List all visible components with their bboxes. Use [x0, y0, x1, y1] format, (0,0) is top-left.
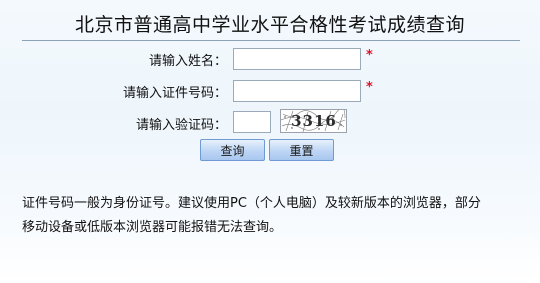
title-divider	[22, 40, 520, 41]
query-button[interactable]: 查询	[200, 139, 265, 161]
captcha-code: 3316	[291, 112, 337, 130]
id-number-required-mark: *	[366, 80, 373, 95]
id-number-input[interactable]	[233, 80, 361, 102]
reset-button[interactable]: 重置	[269, 139, 334, 161]
page-title: 北京市普通高中学业水平合格性考试成绩查询	[74, 14, 465, 36]
name-input[interactable]	[233, 48, 361, 70]
name-required-mark: *	[366, 48, 373, 63]
notice-line-1: 证件号码一般为身份证号。建议使用PC（个人电脑）及较新版本的浏览器，部分	[22, 196, 481, 211]
captcha-input[interactable]	[233, 111, 271, 133]
notice-line-2: 移动设备或低版本浏览器可能报错无法查询。	[22, 220, 283, 235]
captcha-label: 请输入验证码：	[135, 118, 227, 133]
name-label: 请输入姓名：	[148, 54, 227, 69]
captcha-image[interactable]: 3316	[280, 107, 347, 133]
id-number-label: 请输入证件号码：	[122, 86, 227, 101]
